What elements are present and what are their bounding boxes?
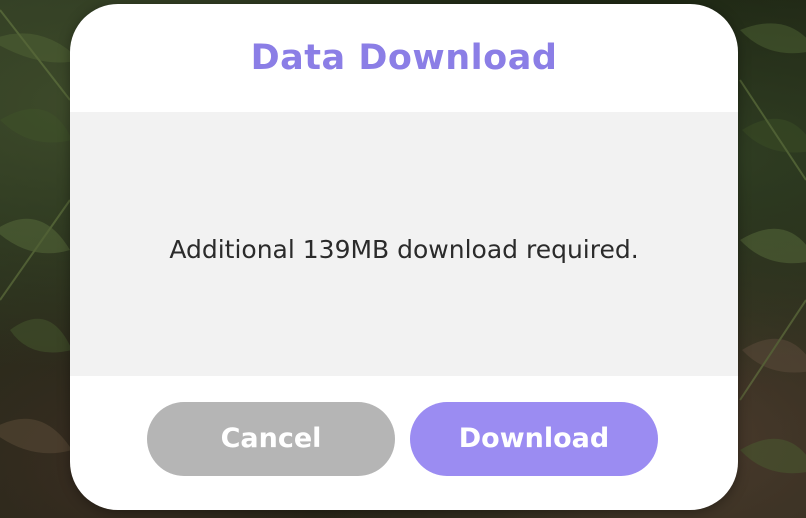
- download-button[interactable]: Download: [410, 402, 658, 476]
- dialog-title: Data Download: [250, 38, 558, 78]
- download-size-message: Additional 139MB download required.: [169, 234, 639, 264]
- cancel-button[interactable]: Cancel: [147, 402, 395, 476]
- dialog-body: Additional 139MB download required.: [70, 112, 738, 376]
- data-download-dialog: Data Download Additional 139MB download …: [70, 4, 738, 510]
